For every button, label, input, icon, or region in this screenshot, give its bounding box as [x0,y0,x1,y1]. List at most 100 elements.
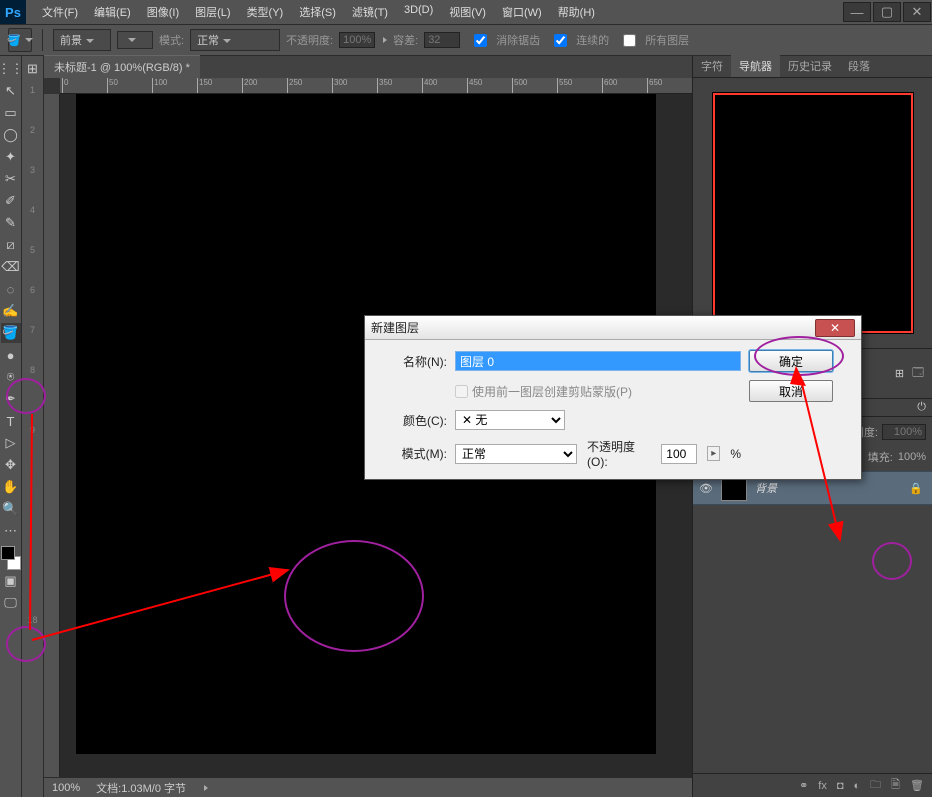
statusbar-flyout-icon[interactable] [204,785,208,791]
tab-character[interactable]: 字符 [693,55,731,77]
antialias-label: 消除锯齿 [496,32,540,48]
brush-tool[interactable]: ⧄ [1,235,21,255]
visibility-icon[interactable]: 👁 [699,482,713,495]
heal-tool[interactable]: ✎ [1,213,21,233]
alllayers-checkbox[interactable] [623,34,636,47]
tool-num: 4 [30,200,35,220]
dlg-mode-dropdown[interactable]: 正常 [455,444,577,464]
menu-file[interactable]: 文件(F) [34,1,86,23]
new-layer-icon[interactable]: 🗎 [891,776,900,795]
fill-field[interactable]: 100% [898,451,926,463]
fill-source-dropdown[interactable]: 前景 [53,29,111,51]
navigator-thumbnail[interactable] [713,93,913,333]
dodge-tool[interactable]: ⍟ [1,367,21,387]
name-label: 名称(N): [377,353,447,370]
menu-select[interactable]: 选择(S) [291,1,344,23]
panel-shortcut-icon[interactable]: ⊞ [895,367,904,380]
antialias-checkbox[interactable] [474,34,487,47]
menu-window[interactable]: 窗口(W) [494,1,550,23]
color-dropdown[interactable]: ✕ 无 [455,410,565,430]
bucket-tool[interactable]: 🪣 [1,323,21,343]
main-menu: 文件(F) 编辑(E) 图像(I) 图层(L) 类型(Y) 选择(S) 滤镜(T… [34,1,603,23]
menu-edit[interactable]: 编辑(E) [86,1,139,23]
dialog-close-button[interactable]: ✕ [815,319,855,337]
pattern-dropdown[interactable] [117,31,153,49]
layer-opacity-field[interactable]: 100% [882,424,926,440]
menu-filter[interactable]: 滤镜(T) [344,1,396,23]
lasso-tool[interactable]: ◯ [1,125,21,145]
tab-navigator[interactable]: 导航器 [731,55,780,77]
filter-toggle[interactable]: ⏻ [917,401,926,414]
mode-dropdown[interactable]: 正常 [190,29,280,51]
separator [42,29,43,51]
marquee-tool[interactable]: ▭ [1,103,21,123]
shape-tool[interactable]: ✥ [1,455,21,475]
fx-icon[interactable]: fx [818,780,827,792]
fill-label: 填充: [868,449,893,465]
panel-shortcut-icon[interactable]: 🗔 [912,364,924,383]
wand-tool[interactable]: ✦ [1,147,21,167]
document-tab[interactable]: 未标题-1 @ 100%(RGB/8) * [44,55,200,78]
close-button[interactable]: ✕ [903,2,931,22]
tolerance-field[interactable]: 32 [424,32,460,48]
clipmask-label: 使用前一图层创建剪贴蒙版(P) [472,383,632,400]
crop-tool[interactable]: ✂ [1,169,21,189]
layer-list: 👁 背景 🔒 [693,471,932,773]
aux-icon[interactable]: ⊞ [23,59,43,79]
menu-image[interactable]: 图像(I) [139,1,187,23]
history-brush-tool[interactable]: ◌ [1,279,21,299]
opacity-flyout-icon[interactable]: ▸ [707,446,720,461]
zoom-tool[interactable]: 🔍 [1,499,21,519]
ok-button[interactable]: 确定 [749,350,833,372]
layer-lock-icon[interactable]: 🔒 [906,482,926,495]
handle-icon[interactable]: ⋮⋮ [1,59,21,79]
foreground-swatch[interactable] [1,546,15,560]
eraser-tool[interactable]: ✍ [1,301,21,321]
doc-info[interactable]: 文档:1.03M/0 字节 [96,780,186,796]
opacity-flyout-icon[interactable] [383,37,387,43]
zoom-readout[interactable]: 100% [52,782,80,794]
menu-type[interactable]: 类型(Y) [239,1,292,23]
dlg-mode-label: 模式(M): [377,445,447,462]
menu-layer[interactable]: 图层(L) [187,1,238,23]
alllayers-label: 所有图层 [645,32,689,48]
eyedrop-tool[interactable]: ✐ [1,191,21,211]
tool-num: 2 [30,120,35,140]
dialog-titlebar[interactable]: 新建图层 ✕ [365,316,861,340]
stamp-tool[interactable]: ⌫ [1,257,21,277]
window-controls: — ▢ ✕ [842,1,932,23]
move-tool[interactable]: ↖ [1,81,21,101]
menu-help[interactable]: 帮助(H) [550,1,603,23]
blur-tool[interactable]: ● [1,345,21,365]
type-tool[interactable]: T [1,411,21,431]
tab-history[interactable]: 历史记录 [780,55,840,77]
cancel-button[interactable]: 取消 [749,380,833,402]
more-icon[interactable]: ⋯ [1,521,21,541]
ruler-horizontal[interactable]: 050100150200250300350400450500550600650 [60,78,692,94]
hand-tool[interactable]: ✋ [1,477,21,497]
path-tool[interactable]: ▷ [1,433,21,453]
name-field[interactable] [455,351,741,371]
mask-icon[interactable]: ◘ [837,780,844,792]
menu-3d[interactable]: 3D(D) [396,1,441,23]
minimize-button[interactable]: — [843,2,871,22]
screenmode-icon[interactable]: 🖵 [1,593,21,613]
maximize-button[interactable]: ▢ [873,2,901,22]
color-swatches[interactable] [1,546,21,570]
quickmask-icon[interactable]: ▣ [1,571,21,591]
adjustment-icon[interactable]: ◐ [854,780,861,792]
ruler-vertical[interactable] [44,94,60,777]
bucket-tool-icon[interactable]: 🪣 [8,28,32,52]
tab-paragraph[interactable]: 段落 [840,55,878,77]
pen-tool[interactable]: ✒ [1,389,21,409]
trash-icon[interactable]: 🗑 [910,779,924,792]
dlg-opacity-field[interactable] [661,444,697,464]
opacity-field[interactable]: 100% [339,32,375,48]
menu-view[interactable]: 视图(V) [441,1,494,23]
tolerance-label: 容差: [393,32,418,48]
link-layers-icon[interactable]: ⚭ [799,779,808,792]
contiguous-checkbox[interactable] [554,34,567,47]
layer-name[interactable]: 背景 [755,480,777,496]
group-icon[interactable]: 🗀 [870,776,881,795]
statusbar: 100% 文档:1.03M/0 字节 [44,777,692,797]
